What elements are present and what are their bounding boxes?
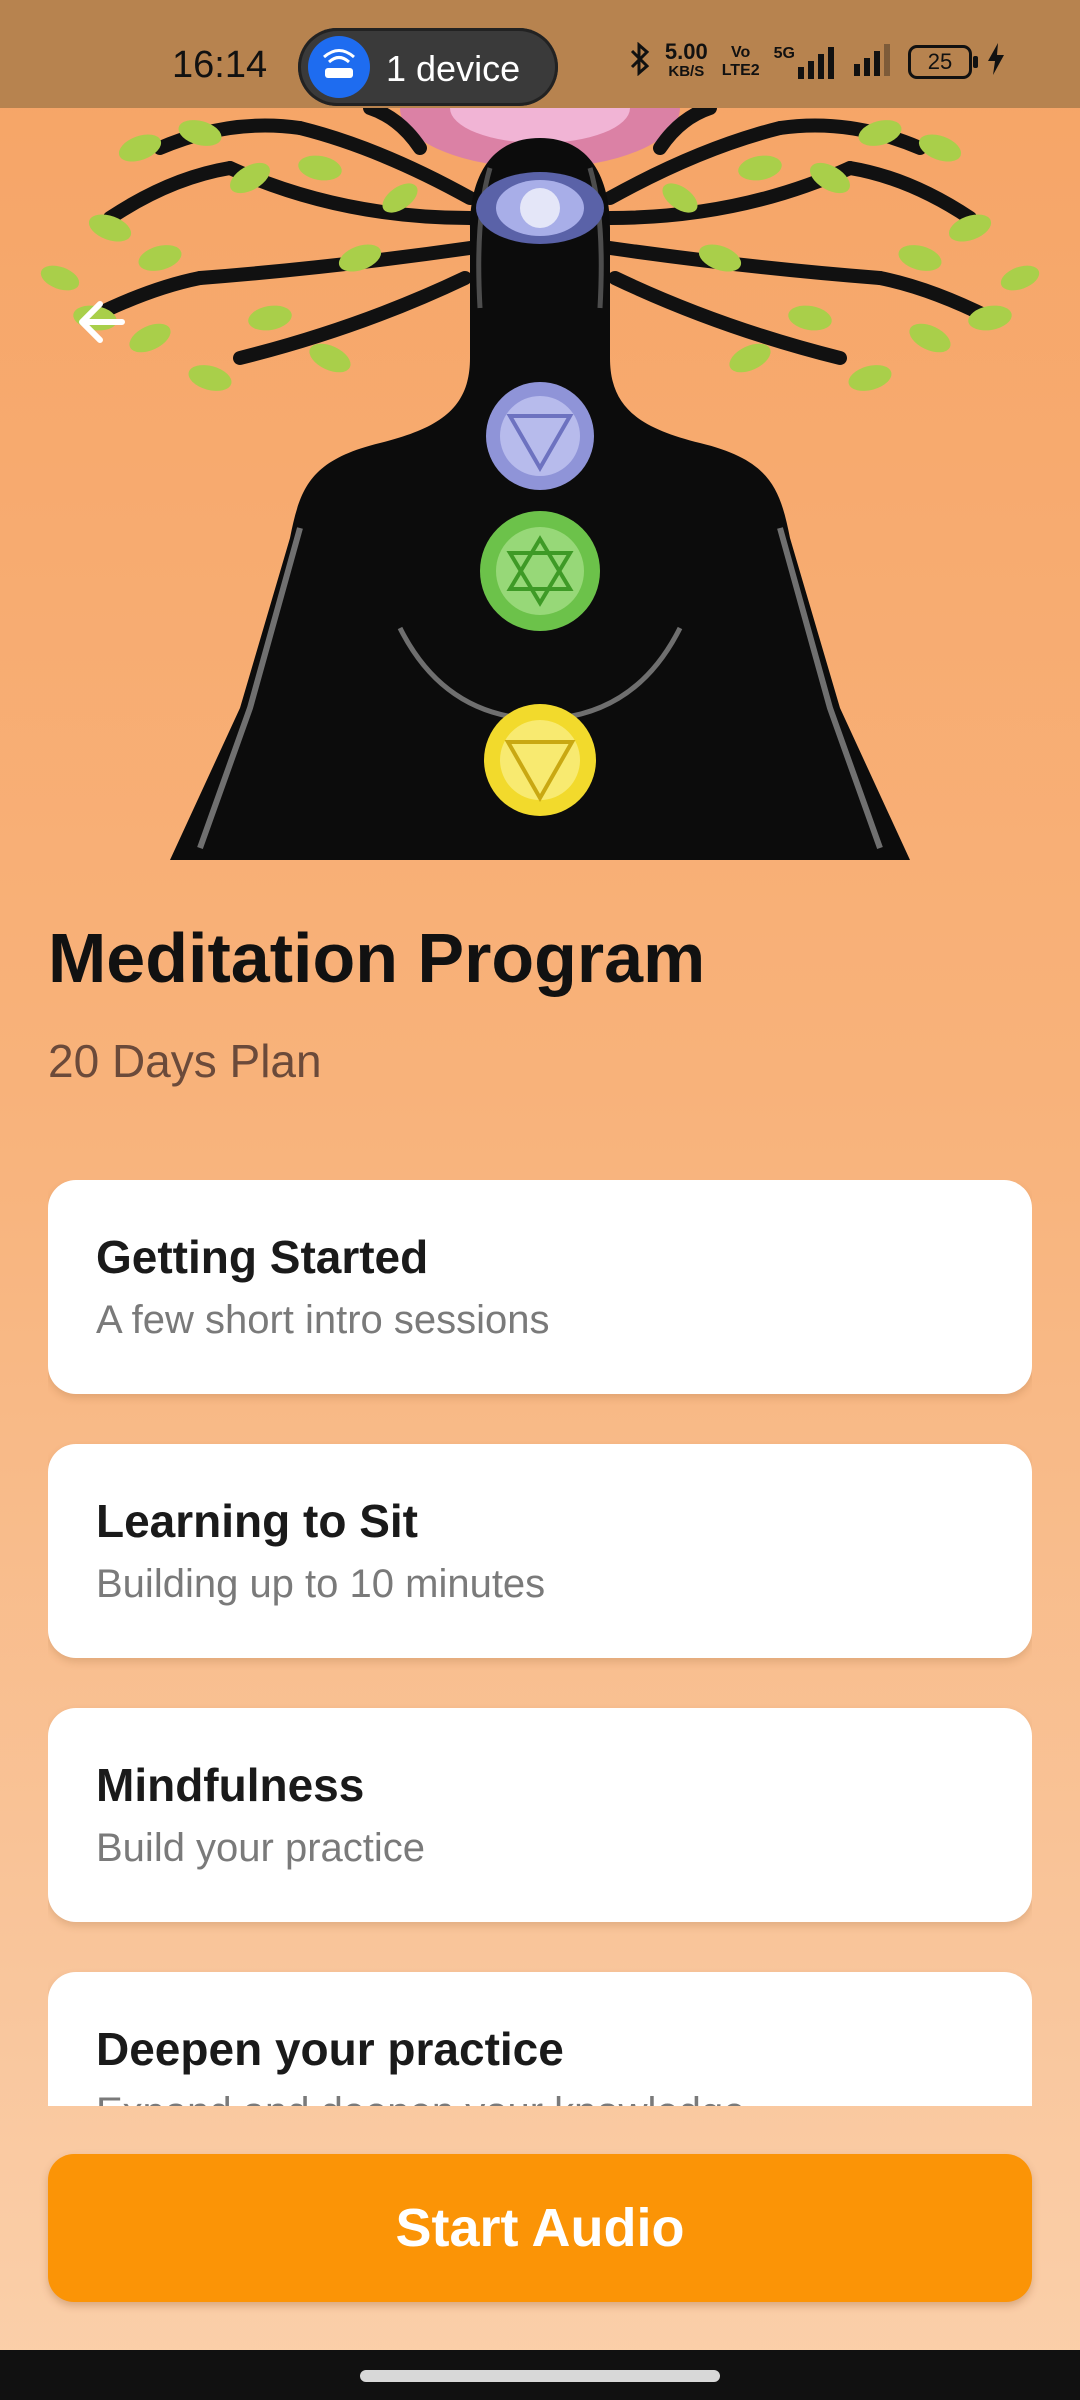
charging-icon [986, 42, 1006, 82]
hotspot-icon [308, 36, 370, 98]
home-indicator[interactable] [360, 2370, 720, 2382]
chakra-meditation-illustration [40, 48, 1040, 860]
session-description: Building up to 10 minutes [96, 1562, 546, 1606]
session-card-deepen-your-practice[interactable]: Deepen your practice Expand and deepen y… [48, 1972, 1032, 2106]
session-title: Getting Started [96, 1231, 429, 1283]
navigation-bar [0, 2350, 1080, 2400]
bluetooth-icon [629, 41, 651, 82]
start-audio-button[interactable]: Start Audio [48, 2154, 1032, 2302]
signal-icon [854, 42, 894, 82]
device-count: 1 device [386, 48, 521, 89]
session-description: Expand and deepen your knowledge [96, 2090, 745, 2106]
session-title: Learning to Sit [96, 1495, 418, 1547]
status-time: 16:14 [172, 44, 268, 86]
session-title: Mindfulness [96, 1759, 365, 1811]
heart-chakra-icon [480, 511, 600, 631]
session-list[interactable]: Getting Started A few short intro sessio… [48, 1180, 1032, 2106]
session-card-getting-started[interactable]: Getting Started A few short intro sessio… [48, 1180, 1032, 1394]
hero-illustration [0, 48, 1080, 860]
solar-plexus-chakra-icon [484, 704, 596, 816]
hotspot-device-pill[interactable]: 1 device [298, 28, 558, 106]
volte-badge: Vo LTE2 [721, 44, 760, 79]
status-indicators: 5.00 KB/S Vo LTE2 5G 25 [629, 39, 1006, 82]
third-eye-chakra-icon [476, 172, 604, 244]
network-speed: 5.00 KB/S [664, 39, 708, 81]
session-card-mindfulness[interactable]: Mindfulness Build your practice [48, 1708, 1032, 1922]
page-subtitle: 20 Days Plan [48, 1035, 322, 1087]
status-bar: 16:14 1 device 5.00 KB/S Vo LTE2 5G 25 [0, 0, 1080, 108]
session-description: Build your practice [96, 1826, 426, 1870]
battery-icon: 25 [908, 45, 978, 79]
session-description: A few short intro sessions [96, 1298, 550, 1342]
arrow-left-icon [79, 301, 125, 343]
session-card-learning-to-sit[interactable]: Learning to Sit Building up to 10 minute… [48, 1444, 1032, 1658]
signal-5g-icon: 5G [774, 45, 840, 79]
session-title: Deepen your practice [96, 2023, 564, 2075]
page-title: Meditation Program [48, 919, 706, 997]
throat-chakra-icon [486, 382, 594, 490]
back-button[interactable] [60, 280, 144, 364]
